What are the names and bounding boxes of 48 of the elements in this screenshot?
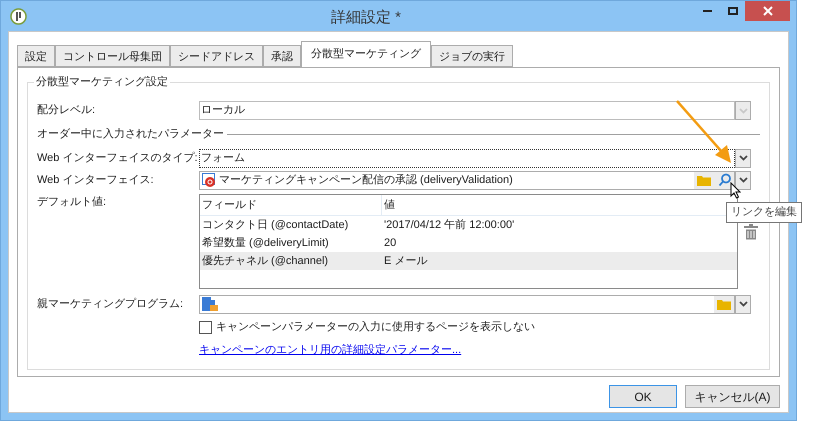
- checkbox[interactable]: [199, 320, 212, 334]
- tooltip: リンクを編集: [726, 202, 802, 222]
- web-form-icon: [202, 173, 216, 187]
- tab[interactable]: 承認: [263, 45, 301, 67]
- trash-icon[interactable]: [744, 224, 758, 240]
- table-cell-text: 優先チャネル (@channel): [201, 254, 330, 269]
- tab[interactable]: ジョブの実行: [431, 45, 513, 67]
- column-header[interactable]: 値: [382, 196, 395, 214]
- close-button[interactable]: [745, 1, 790, 21]
- dialog-button[interactable]: キャンセル(A): [685, 385, 780, 408]
- table-cell-text: 20: [383, 236, 396, 251]
- field-label: デフォルト値:: [37, 195, 108, 210]
- dialog-button[interactable]: OK: [609, 385, 677, 408]
- mouse-cursor-icon: [730, 182, 741, 199]
- parameters-link[interactable]: キャンペーンのエントリ用の詳細設定パラメーター...: [199, 342, 462, 358]
- search-icon[interactable]: [718, 173, 732, 187]
- table-row[interactable]: 希望数量 (@deliveryLimit) 20: [200, 234, 737, 252]
- table-cell-text: E メール: [383, 254, 428, 269]
- column-header[interactable]: フィールド: [200, 195, 382, 215]
- checkbox-label: キャンペーンパラメーターの入力に使用するページを表示しない: [216, 320, 535, 335]
- section-title: オーダー中に入力されたパラメーター: [37, 126, 225, 142]
- dropdown-button[interactable]: [735, 148, 751, 168]
- link-field[interactable]: [199, 294, 735, 314]
- dropdown-button[interactable]: [735, 294, 751, 314]
- field-label: 配分レベル:: [37, 103, 96, 118]
- field-label: Web インターフェイス:: [37, 172, 155, 188]
- tab[interactable]: 分散型マーケティング: [301, 41, 431, 67]
- table-cell-text: 希望数量 (@deliveryLimit): [201, 236, 330, 251]
- chevron-down-icon: [738, 155, 748, 161]
- tab[interactable]: シードアドレス: [170, 45, 263, 67]
- table-cell-text: '2017/04/12 午前 12:00:00': [383, 218, 514, 233]
- window-title: 詳細設定 *: [331, 8, 402, 28]
- field-label: Web インターフェイスのタイプ:: [37, 150, 199, 166]
- dropdown-button[interactable]: [735, 170, 751, 190]
- program-icon: [202, 296, 218, 312]
- chevron-down-icon: [738, 301, 748, 307]
- app-icon: [10, 8, 27, 24]
- field-value: マーケティングキャンペーン配信の承認 (deliveryValidation): [219, 172, 513, 188]
- table-row[interactable]: 優先チャネル (@channel) E メール: [200, 252, 737, 270]
- chevron-down-icon: [738, 108, 748, 114]
- annotation-arrow: [675, 99, 733, 165]
- chevron-down-icon: [738, 177, 748, 183]
- close-icon: [762, 6, 772, 16]
- field-label: 親マーケティングプログラム:: [37, 296, 184, 312]
- tab[interactable]: 設定: [17, 45, 55, 67]
- table-cell-text: コンタクト日 (@contactDate): [201, 218, 350, 233]
- link-field[interactable]: マーケティングキャンペーン配信の承認 (deliveryValidation): [199, 170, 735, 190]
- tab[interactable]: コントロール母集団: [55, 45, 170, 67]
